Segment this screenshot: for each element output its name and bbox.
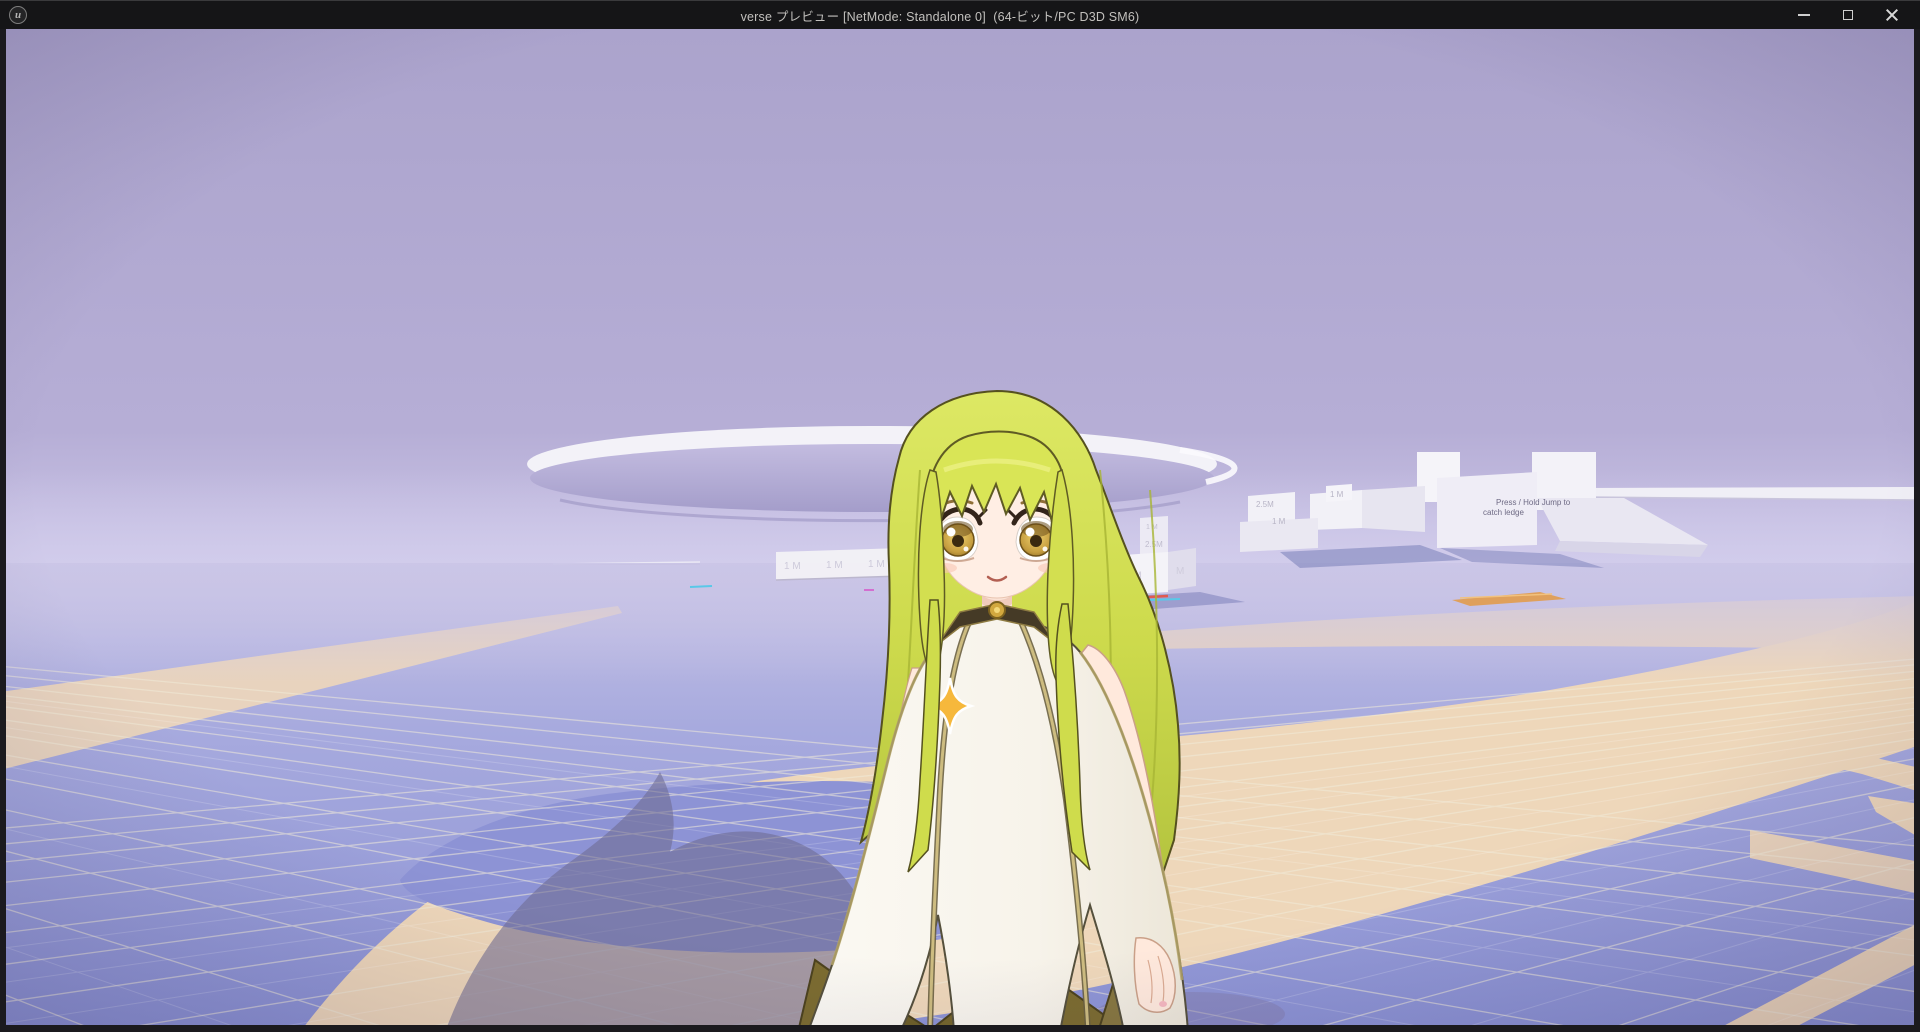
logo-letter: u [15,9,21,21]
unreal-logo-icon: u [9,6,27,24]
maximize-button[interactable] [1826,1,1870,29]
app-window: u verse プレビュー [NetMode: Standalone 0] (6… [0,0,1920,1032]
game-viewport[interactable]: 1 M 1 M 1 M 2.5M 1 M 1 M Press / Hold Ju… [6,29,1914,1025]
window-controls [1782,1,1914,29]
minimize-button[interactable] [1782,1,1826,29]
window-title: verse プレビュー [NetMode: Standalone 0] (64-… [120,1,1760,29]
maximize-icon [1843,10,1853,20]
minimize-icon [1798,14,1810,16]
close-button[interactable] [1870,1,1914,29]
scene-3d: 1 M 1 M 1 M 2.5M 1 M 1 M Press / Hold Ju… [6,29,1914,1025]
titlebar: u verse プレビュー [NetMode: Standalone 0] (6… [0,0,1920,29]
vignette [6,29,1914,1025]
